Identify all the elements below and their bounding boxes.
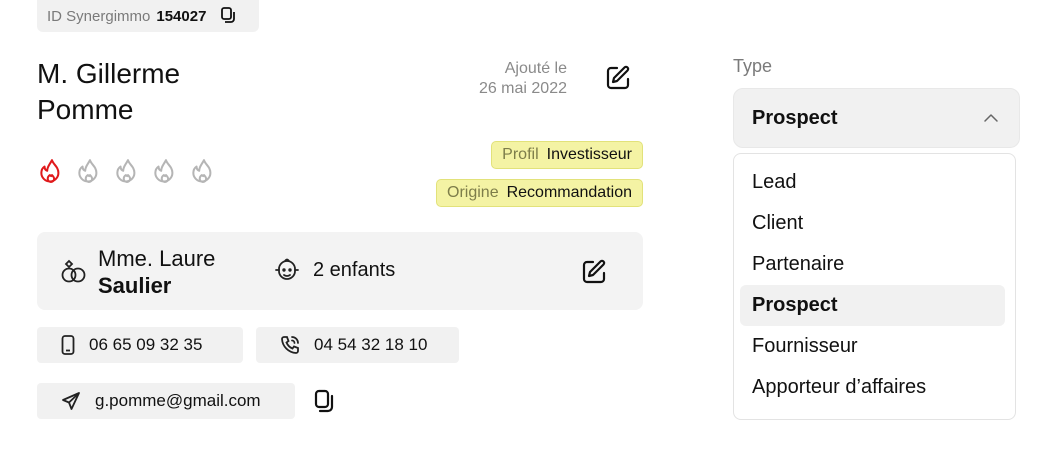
landline-phone-chip[interactable]: 04 54 32 18 10 bbox=[256, 327, 459, 363]
flame-icon[interactable] bbox=[189, 158, 219, 190]
origine-value: Recommandation bbox=[506, 184, 632, 201]
email-address: g.pomme@gmail.com bbox=[95, 391, 261, 410]
spouse-first: Mme. Laure bbox=[98, 246, 216, 271]
id-label: ID Synergimmo bbox=[47, 7, 151, 25]
send-icon bbox=[62, 392, 80, 410]
mobile-phone-chip[interactable]: 06 65 09 32 35 bbox=[37, 327, 243, 363]
spouse-name: Mme. Laure Saulier bbox=[98, 245, 215, 299]
copy-id-icon[interactable] bbox=[220, 7, 236, 25]
profil-tag: Profil Investisseur bbox=[491, 141, 643, 169]
id-number: 154027 bbox=[156, 7, 207, 25]
phone-call-icon bbox=[281, 336, 299, 354]
spouse-last: Saulier bbox=[98, 273, 172, 298]
type-label: Type bbox=[733, 56, 773, 76]
type-option[interactable]: Client bbox=[740, 203, 1005, 244]
mobile-phone-icon bbox=[61, 335, 75, 355]
flame-icon[interactable] bbox=[37, 158, 67, 190]
mobile-number: 06 65 09 32 35 bbox=[89, 335, 203, 354]
contact-name-line1: M. Gillerme bbox=[37, 58, 181, 89]
added-label: Ajouté le bbox=[504, 60, 567, 77]
type-dropdown-menu: Lead Client Partenaire Prospect Fournisseur A… bbox=[733, 153, 1016, 420]
contact-name: M. Gillerme Pomme bbox=[37, 56, 180, 128]
rings-icon bbox=[60, 258, 88, 284]
edit-contact-icon[interactable] bbox=[604, 64, 632, 92]
chevron-up-icon bbox=[983, 113, 999, 123]
landline-number: 04 54 32 18 10 bbox=[314, 335, 428, 354]
flame-icon[interactable] bbox=[113, 158, 143, 190]
type-selected-value: Prospect bbox=[752, 106, 838, 129]
added-value: 26 mai 2022 bbox=[478, 80, 567, 97]
added-date: Ajouté le 26 mai 2022 bbox=[440, 59, 567, 99]
hotness-rating[interactable] bbox=[37, 158, 219, 190]
baby-icon bbox=[273, 256, 301, 284]
type-option[interactable]: Prospect bbox=[740, 285, 1005, 326]
edit-family-icon[interactable] bbox=[580, 258, 608, 286]
type-select[interactable]: Prospect bbox=[733, 88, 1020, 148]
type-option[interactable]: Fournisseur bbox=[740, 326, 1005, 367]
origine-key: Origine bbox=[447, 184, 499, 201]
flame-icon[interactable] bbox=[75, 158, 105, 190]
type-option[interactable]: Lead bbox=[740, 162, 1005, 203]
contact-name-line2: Pomme bbox=[37, 94, 134, 125]
email-chip[interactable]: g.pomme@gmail.com bbox=[37, 383, 295, 419]
profil-value: Investisseur bbox=[546, 146, 632, 163]
origine-tag: Origine Recommandation bbox=[436, 179, 643, 207]
flame-icon[interactable] bbox=[151, 158, 181, 190]
profil-key: Profil bbox=[502, 146, 539, 163]
type-option[interactable]: Partenaire bbox=[740, 244, 1005, 285]
children-count: 2 enfants bbox=[313, 259, 396, 281]
copy-email-icon[interactable] bbox=[313, 389, 335, 415]
type-option[interactable]: Apporteur d’affaires bbox=[740, 367, 1005, 408]
id-chip: ID Synergimmo 154027 bbox=[37, 0, 259, 32]
